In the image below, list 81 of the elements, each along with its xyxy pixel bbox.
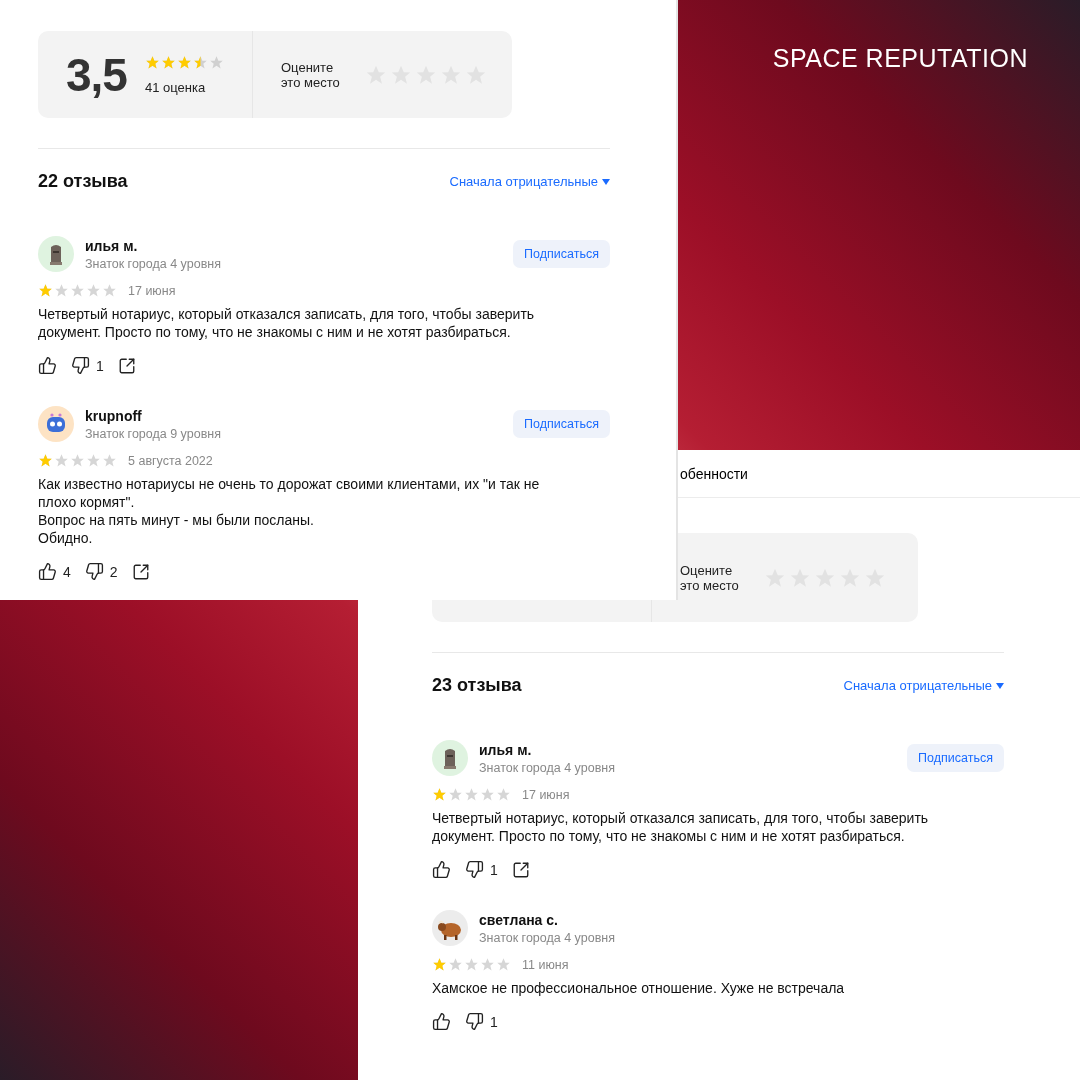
sort-dropdown[interactable]: Сначала отрицательные bbox=[843, 678, 1004, 693]
dislike-button[interactable]: 1 bbox=[71, 356, 104, 375]
brand-title: SPACE REPUTATION bbox=[772, 44, 1028, 73]
rating-score: 3,5 bbox=[66, 47, 127, 102]
review-text: Четвертый нотариус, который отказался записать, для того, чтобы заверить документ. Просто по тому, что не знакомы с ним и не хотят разбираться. bbox=[38, 305, 536, 341]
like-button[interactable] bbox=[432, 1012, 451, 1031]
share-button[interactable] bbox=[117, 356, 136, 375]
statue-avatar-icon bbox=[38, 236, 74, 272]
robot-avatar-icon bbox=[38, 406, 74, 442]
review-text: Четвертый нотариус, который отказался записать, для того, чтобы заверить документ. Просто по тому, что не знакомы с ним и не хотят разбираться. bbox=[432, 809, 930, 845]
reviewer-level: Знаток города 4 уровня bbox=[479, 930, 616, 945]
subscribe-button[interactable]: Подписаться bbox=[907, 744, 1004, 772]
yak-avatar-icon bbox=[432, 910, 468, 946]
subscribe-button[interactable]: Подписаться bbox=[513, 240, 610, 268]
thumbs-up-icon bbox=[432, 1012, 451, 1031]
reviewer-name: krupnoff bbox=[85, 407, 143, 424]
caret-icon bbox=[996, 682, 1004, 689]
star-icon bbox=[38, 283, 53, 298]
star-icon bbox=[38, 453, 53, 468]
rate-prompt: Оцените это место bbox=[281, 59, 341, 90]
star-icon bbox=[102, 283, 117, 298]
like-button[interactable]: 4 bbox=[38, 562, 71, 581]
caret-icon bbox=[602, 178, 610, 185]
star-icon bbox=[480, 787, 495, 802]
thumbs-up-icon bbox=[432, 860, 451, 879]
review-date: 17 июня bbox=[522, 787, 570, 802]
star-icon bbox=[70, 283, 85, 298]
reviewer-name: светлана с. bbox=[479, 911, 559, 928]
dislike-button[interactable]: 1 bbox=[465, 1012, 498, 1031]
thumbs-up-icon bbox=[38, 562, 57, 581]
thumbs-down-icon bbox=[84, 562, 104, 581]
statue-avatar-icon bbox=[432, 740, 468, 776]
reviews-count: 23 отзыва bbox=[432, 675, 522, 696]
dislike-button[interactable]: 2 bbox=[84, 562, 118, 581]
review-date: 5 августа 2022 bbox=[128, 453, 213, 468]
subscribe-button[interactable]: Подписаться bbox=[513, 410, 610, 438]
star-icon bbox=[496, 787, 511, 802]
review-text: Хамское не профессиональное отношение. Хуже не встречала bbox=[432, 979, 846, 997]
reviews-count: 22 отзыва bbox=[38, 171, 128, 192]
external-link-icon bbox=[131, 562, 150, 581]
review-date: 17 июня bbox=[128, 283, 176, 298]
dislike-button[interactable]: 1 bbox=[465, 860, 498, 879]
star-icon bbox=[102, 453, 117, 468]
star-icon bbox=[176, 54, 192, 70]
star-icon bbox=[464, 787, 479, 802]
star-icon bbox=[496, 957, 511, 972]
star-icon bbox=[70, 453, 85, 468]
star-icon bbox=[432, 787, 447, 802]
star-icon bbox=[448, 787, 463, 802]
rate-prompt: Оцените это место bbox=[680, 562, 740, 593]
review-text: Как известно нотариусы не очень то дорожат своими клиентами, их "и так не плохо кормят". Вопрос на пять минут - мы были посланы. Обидно. bbox=[38, 475, 541, 547]
reviewer-level: Знаток города 4 уровня bbox=[479, 760, 616, 775]
reviewer-level: Знаток города 4 уровня bbox=[85, 256, 222, 271]
like-button[interactable] bbox=[432, 860, 451, 879]
star-icon bbox=[86, 283, 101, 298]
share-button[interactable] bbox=[131, 562, 150, 581]
tab[interactable]: обенности bbox=[680, 465, 748, 482]
thumbs-down-icon bbox=[71, 356, 90, 375]
reviewer-name: илья м. bbox=[85, 237, 139, 254]
external-link-icon bbox=[117, 356, 136, 375]
star-icon bbox=[160, 54, 176, 70]
review-date: 11 июня bbox=[522, 957, 569, 972]
star-icon bbox=[54, 453, 69, 468]
sort-dropdown[interactable]: Сначала отрицательные bbox=[449, 174, 610, 189]
star-icon bbox=[208, 54, 224, 70]
rating-count: 41 оценка bbox=[144, 79, 207, 95]
reviewer-level: Знаток города 9 уровня bbox=[85, 426, 222, 441]
star-icon bbox=[54, 283, 69, 298]
star-icon bbox=[144, 54, 160, 70]
external-link-icon bbox=[511, 860, 530, 879]
thumbs-up-icon bbox=[38, 356, 57, 375]
reviewer-name: илья м. bbox=[479, 741, 533, 758]
star-icon bbox=[86, 453, 101, 468]
star-icon bbox=[480, 957, 495, 972]
star-icon bbox=[464, 957, 479, 972]
like-button[interactable] bbox=[38, 356, 57, 375]
star-icon bbox=[448, 957, 463, 972]
share-button[interactable] bbox=[511, 860, 530, 879]
thumbs-down-icon bbox=[465, 860, 484, 879]
star-icon bbox=[432, 957, 447, 972]
thumbs-down-icon bbox=[465, 1012, 484, 1031]
